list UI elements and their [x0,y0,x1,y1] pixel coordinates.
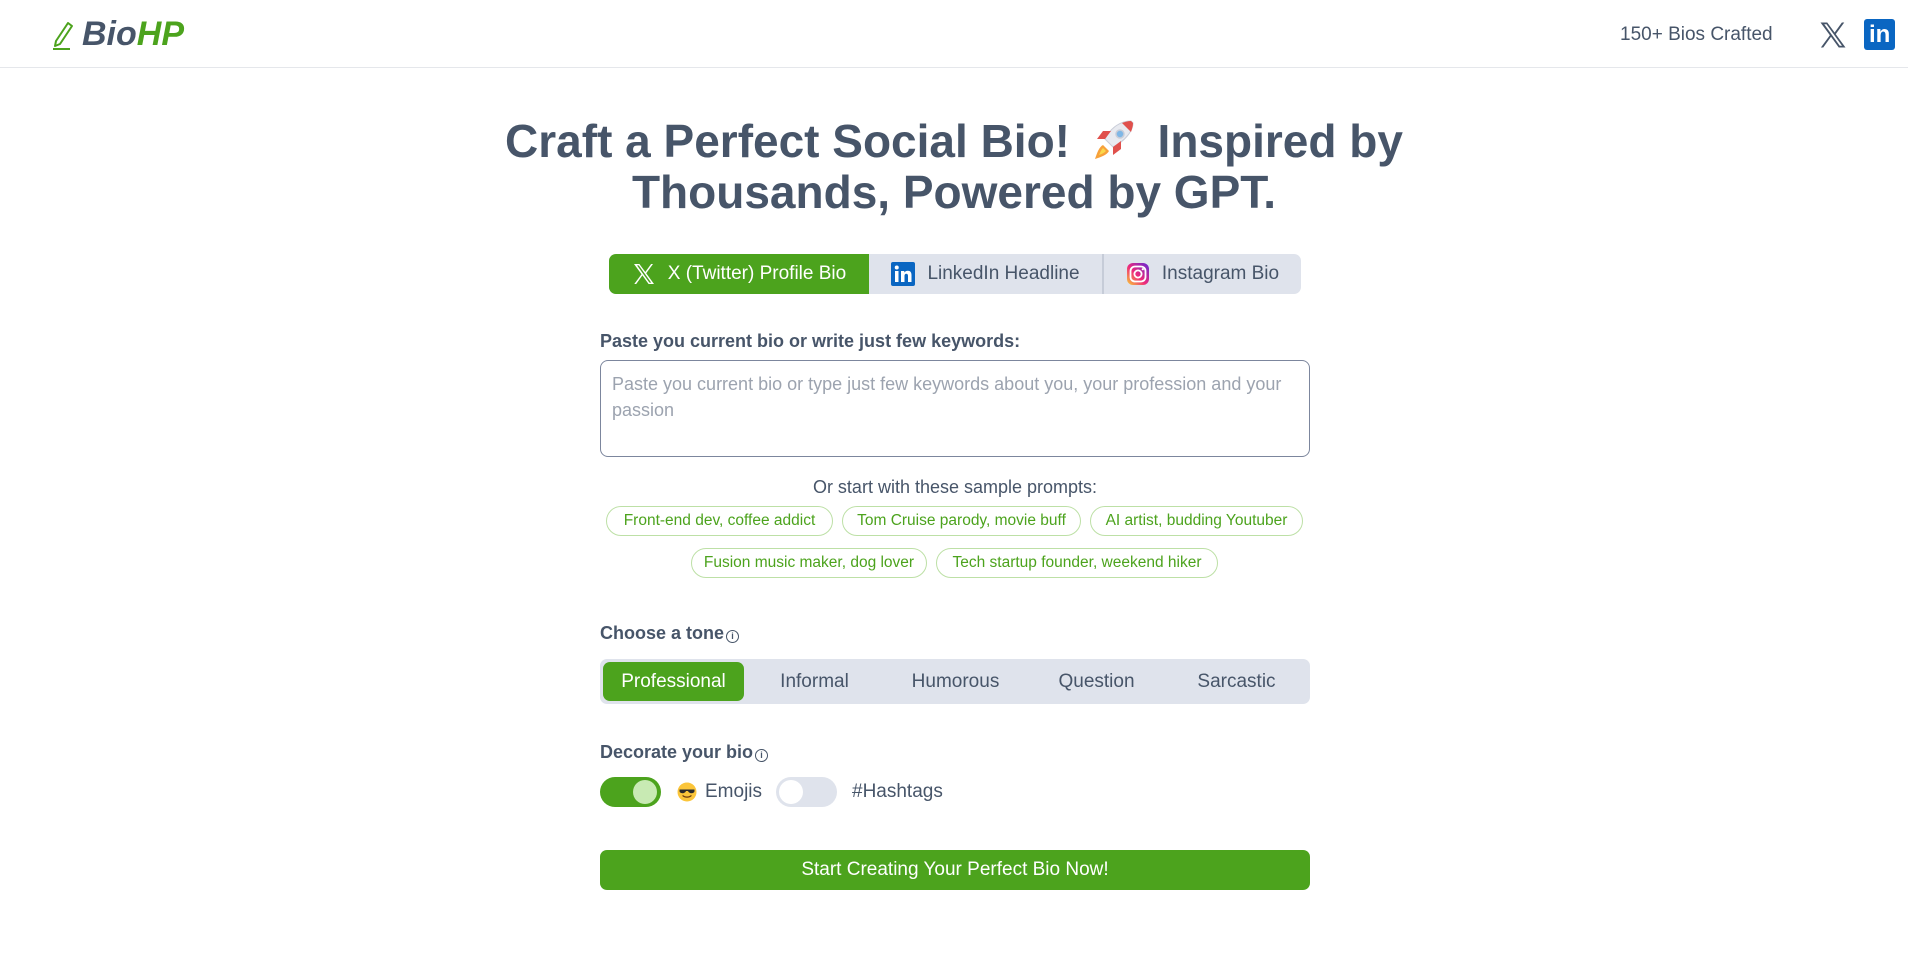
toggle-knob [779,780,803,804]
sample-prompts-heading: Or start with these sample prompts: [812,477,1098,497]
emojis-toggle[interactable] [600,777,661,807]
tone-label-row: Choose a tone i [600,623,740,644]
emojis-label: Emojis [705,781,763,802]
tab-label: X (Twitter) Profile Bio [667,263,847,284]
info-icon[interactable]: i [726,630,740,643]
hashtags-toggle[interactable] [776,777,837,807]
tone-option-professional[interactable]: Professional [603,662,744,701]
linkedin-icon [891,262,916,286]
tone-option-sarcastic[interactable]: Sarcastic [1166,662,1307,701]
title-line1-b: Inspired by [1157,115,1403,167]
site-header: Bio HP 150+ Bios Crafted in [0,0,1908,68]
x-icon[interactable] [1818,20,1848,50]
platform-tabs: X (Twitter) Profile Bio LinkedIn Headlin… [609,254,1301,294]
page-title: Craft a Perfect Social Bio! Inspired by … [454,116,1454,218]
tone-option-question[interactable]: Question [1026,662,1167,701]
start-creating-button[interactable]: Start Creating Your Perfect Bio Now! [600,850,1310,890]
pencil-icon [53,22,73,50]
tone-label: Choose a tone [600,623,725,643]
sample-prompt-chip[interactable]: Front-end dev, coffee addict [606,506,833,536]
tone-selector: Professional Informal Humorous Question … [600,659,1310,704]
sample-prompt-chip[interactable]: Fusion music maker, dog lover [691,548,927,578]
sunglasses-face-icon [677,782,697,802]
title-line1-a: Craft a Perfect Social Bio! [505,115,1070,167]
sample-prompt-chip[interactable]: Tech startup founder, weekend hiker [936,548,1218,578]
logo-text-hp: HP [136,14,185,53]
hashtags-toggle-label: #Hashtags [852,781,943,803]
tab-instagram-bio[interactable]: Instagram Bio [1102,254,1301,294]
emojis-toggle-label: Emojis [677,781,762,803]
bios-crafted-counter: 150+ Bios Crafted [1620,24,1773,45]
toggle-knob [633,780,657,804]
hashtags-label: #Hashtags [852,781,943,802]
decorate-label: Decorate your bio [600,742,754,762]
linkedin-icon[interactable]: in [1864,19,1895,50]
decorate-label-row: Decorate your bio i [600,742,769,763]
tab-twitter-bio[interactable]: X (Twitter) Profile Bio [609,254,869,294]
instagram-icon [1126,263,1149,285]
tone-option-humorous[interactable]: Humorous [885,662,1026,701]
sample-prompt-chip[interactable]: Tom Cruise parody, movie buff [842,506,1081,536]
tab-label: Instagram Bio [1161,263,1280,284]
bio-input-label: Paste you current bio or write just few … [600,331,1021,351]
rocket-icon [1094,120,1134,159]
tab-linkedin-headline[interactable]: LinkedIn Headline [869,254,1102,294]
x-icon [633,264,654,284]
sample-prompt-chip[interactable]: AI artist, budding Youtuber [1090,506,1303,536]
title-line2: Thousands, Powered by GPT. [631,166,1277,218]
bio-input[interactable] [600,360,1310,457]
logo-link[interactable]: Bio HP [50,14,184,54]
tab-label: LinkedIn Headline [927,263,1080,284]
tone-option-informal[interactable]: Informal [744,662,885,701]
logo-text-bio: Bio [82,14,137,53]
info-icon[interactable]: i [755,749,769,762]
